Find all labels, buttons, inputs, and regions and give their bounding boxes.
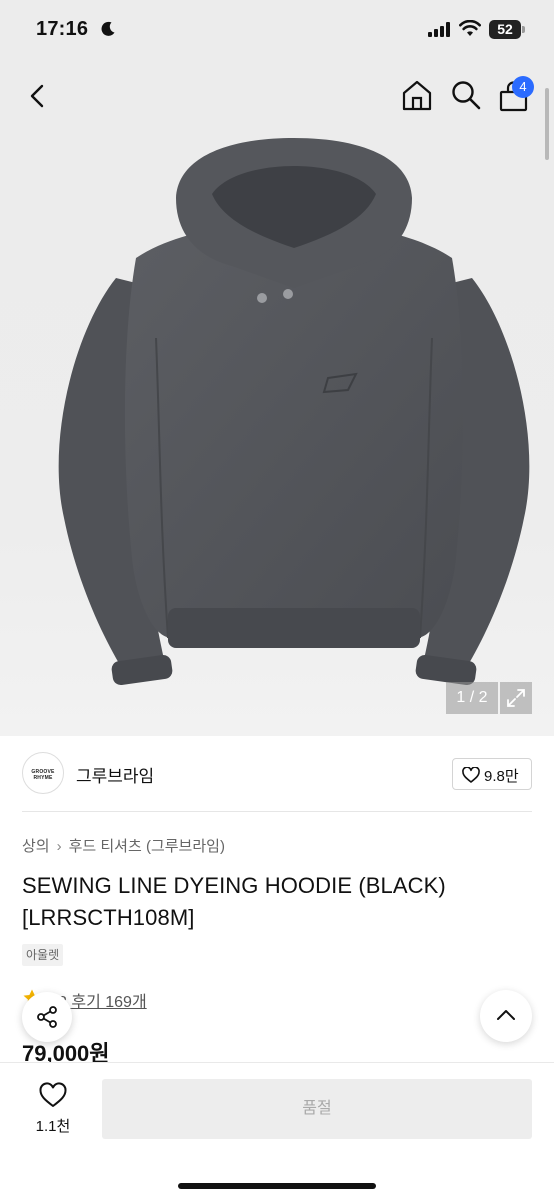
heart-icon[interactable] bbox=[38, 1081, 68, 1109]
heart-icon bbox=[462, 767, 480, 783]
share-button[interactable] bbox=[22, 992, 72, 1042]
battery-tip bbox=[522, 26, 525, 33]
chevron-up-icon bbox=[497, 1010, 515, 1020]
review-count: 후기 169개 bbox=[71, 994, 147, 1011]
cart-badge: 4 bbox=[512, 76, 534, 98]
wifi-icon bbox=[459, 20, 481, 36]
product-title: SEWING LINE DYEING HOODIE (BLACK) [LRRSC… bbox=[22, 873, 446, 930]
hoodie-image bbox=[58, 138, 530, 686]
battery-icon: 52 bbox=[489, 20, 525, 39]
search-icon[interactable] bbox=[448, 76, 484, 114]
battery-level: 52 bbox=[497, 21, 513, 37]
moon-icon bbox=[101, 21, 115, 36]
signal-icon bbox=[428, 22, 450, 37]
brand-name[interactable]: 그루브라임 bbox=[76, 762, 154, 787]
breadcrumb-separator: › bbox=[56, 838, 62, 855]
review-link[interactable]: 2 후기 169개 bbox=[58, 988, 147, 1012]
bottom-action-bar: 1.1천 품절 bbox=[0, 1062, 554, 1200]
breadcrumb-category[interactable]: 상의 bbox=[22, 835, 50, 856]
home-indicator bbox=[178, 1183, 376, 1189]
outlet-tag: 아울렛 bbox=[22, 944, 64, 966]
divider bbox=[22, 811, 532, 812]
sold-out-button[interactable]: 품절 bbox=[102, 1079, 532, 1139]
expand-button[interactable] bbox=[500, 682, 532, 714]
brand-logo-text: GROOVE RHYME bbox=[31, 769, 55, 781]
expand-icon bbox=[507, 689, 525, 707]
brand-logo[interactable]: GROOVE RHYME bbox=[22, 752, 64, 794]
share-icon bbox=[37, 1006, 57, 1028]
product-gallery[interactable]: 4 1 / 2 bbox=[0, 60, 554, 736]
breadcrumb-subcategory[interactable]: 후드 티셔츠 (그루브라임) bbox=[69, 835, 225, 856]
brand-like-count: 9.8만 bbox=[484, 768, 519, 785]
wish-count: 1.1천 bbox=[35, 1118, 71, 1135]
breadcrumb: 상의 › 후드 티셔츠 (그루브라임) bbox=[22, 835, 225, 856]
back-icon[interactable] bbox=[20, 78, 56, 114]
scroll-indicator bbox=[545, 88, 549, 160]
home-icon[interactable] bbox=[398, 76, 436, 114]
image-page-counter: 1 / 2 bbox=[446, 682, 498, 714]
brand-like-button[interactable]: 9.8만 bbox=[452, 758, 532, 790]
scroll-top-button[interactable] bbox=[480, 990, 532, 1042]
status-time: 17:16 bbox=[36, 18, 89, 40]
status-bar: 17:16 52 bbox=[0, 0, 554, 60]
